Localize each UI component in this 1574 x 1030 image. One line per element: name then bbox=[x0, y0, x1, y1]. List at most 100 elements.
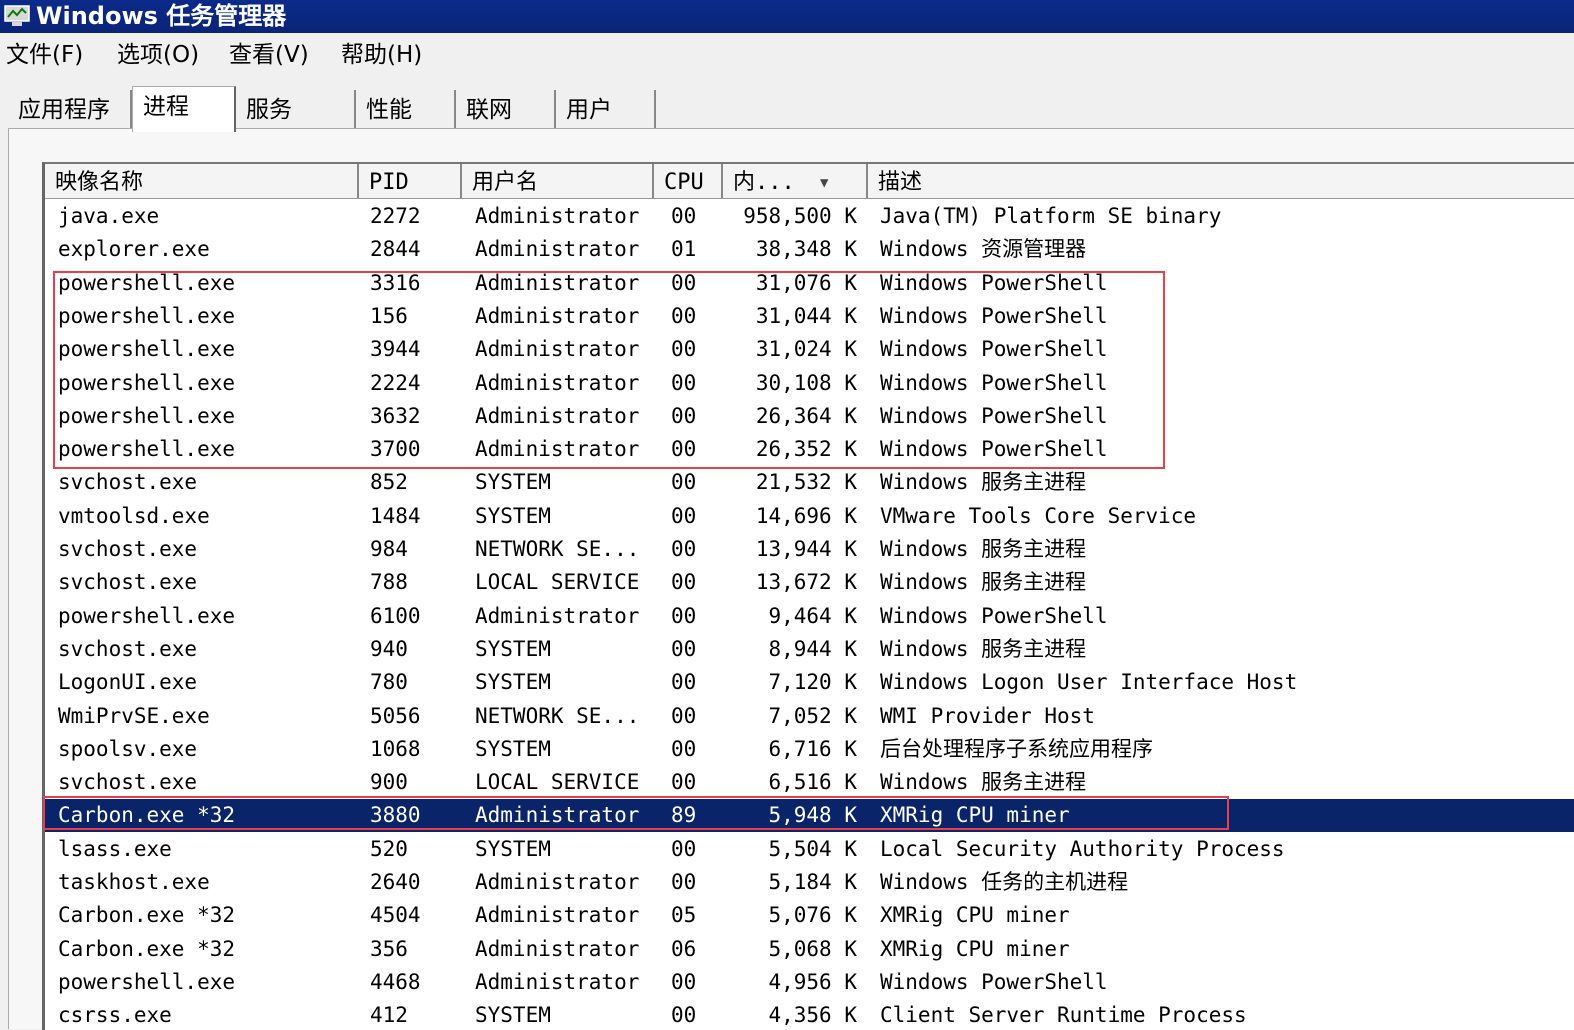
cell-username: Administrator bbox=[475, 204, 640, 228]
table-row[interactable]: taskhost.exe 2640 Administrator 00 5,184 K Wi… bbox=[45, 866, 1574, 899]
cell-memory: 26,364 K bbox=[755, 403, 857, 428]
cell-memory: 38,348 K bbox=[755, 237, 857, 262]
cell-pid: 520 bbox=[370, 836, 408, 861]
cell-image-name: powershell.exe bbox=[58, 437, 236, 462]
cell-cpu: 00 bbox=[671, 969, 697, 994]
cell-cpu: 00 bbox=[671, 437, 697, 462]
table-row[interactable]: svchost.exe 788 LOCAL SERVICE 00 13,672 K Win… bbox=[45, 566, 1574, 599]
cell-image-name: svchost.exe bbox=[58, 570, 198, 595]
cell-username: Administrator bbox=[475, 803, 640, 828]
cell-pid: 356 bbox=[370, 936, 408, 961]
task-manager-icon bbox=[4, 3, 30, 26]
cell-memory: 5,948 K bbox=[768, 803, 857, 828]
column-username[interactable]: 用户名 bbox=[462, 164, 654, 198]
cell-memory: 7,120 K bbox=[768, 670, 857, 695]
column-description[interactable]: 描述 bbox=[868, 164, 1574, 198]
table-row-selected[interactable]: Carbon.exe *32 3880 Administrator 89 5,948 K… bbox=[45, 799, 1574, 833]
cell-pid: 984 bbox=[370, 537, 408, 561]
column-memory[interactable]: 内... ▼ bbox=[723, 164, 868, 198]
cell-memory: 4,356 K bbox=[768, 1003, 857, 1028]
cell-image-name: powershell.exe bbox=[58, 403, 236, 428]
cell-pid: 940 bbox=[370, 636, 408, 661]
cell-username: Administrator bbox=[475, 437, 640, 462]
table-row[interactable]: powershell.exe 3944 Administrator 00 31,024 … bbox=[45, 333, 1574, 366]
cell-username: Administrator bbox=[475, 870, 640, 894]
cell-username: Administrator bbox=[475, 936, 640, 961]
cell-pid: 1484 bbox=[370, 503, 421, 528]
cell-cpu: 00 bbox=[671, 370, 697, 395]
table-row[interactable]: vmtoolsd.exe 1484 SYSTEM 00 14,696 K VMware T… bbox=[45, 500, 1574, 533]
menu-bar: 文件(F) 选项(O) 查看(V) 帮助(H) bbox=[0, 33, 1574, 77]
column-pid[interactable]: PID bbox=[359, 164, 462, 198]
cell-username: Administrator bbox=[475, 370, 640, 395]
table-row[interactable]: LogonUI.exe 780 SYSTEM 00 7,120 K Windows Log… bbox=[45, 666, 1574, 699]
cell-pid: 780 bbox=[370, 670, 408, 695]
cell-description: XMRig CPU miner bbox=[880, 903, 1070, 928]
cell-memory: 5,068 K bbox=[768, 936, 857, 961]
table-row[interactable]: svchost.exe 900 LOCAL SERVICE 00 6,516 K Wind… bbox=[45, 766, 1574, 799]
table-row[interactable]: powershell.exe 156 Administrator 00 31,044 K… bbox=[45, 300, 1574, 333]
table-row[interactable]: svchost.exe 984 NETWORK SE... 00 13,944 K Win… bbox=[45, 533, 1574, 566]
column-cpu[interactable]: CPU bbox=[654, 164, 723, 198]
cell-username: SYSTEM bbox=[475, 670, 551, 695]
cell-cpu: 00 bbox=[671, 270, 697, 295]
tab-networking[interactable]: 联网 bbox=[456, 90, 556, 130]
cell-pid: 6100 bbox=[370, 603, 421, 628]
menu-help[interactable]: 帮助(H) bbox=[341, 33, 422, 77]
cell-description: Windows 服务主进程 bbox=[880, 470, 1087, 495]
table-row[interactable]: spoolsv.exe 1068 SYSTEM 00 6,716 K 后台处理程序子系统应… bbox=[45, 733, 1574, 766]
cell-description: Windows PowerShell bbox=[880, 303, 1108, 328]
tab-users[interactable]: 用户 bbox=[556, 90, 656, 130]
cell-pid: 3880 bbox=[370, 803, 421, 828]
cell-pid: 2844 bbox=[370, 237, 421, 262]
menu-file[interactable]: 文件(F) bbox=[6, 33, 83, 77]
table-row[interactable]: svchost.exe 940 SYSTEM 00 8,944 K Windows 服务主… bbox=[45, 633, 1574, 666]
cell-username: Administrator bbox=[475, 603, 640, 628]
cell-image-name: Carbon.exe *32 bbox=[58, 903, 236, 928]
table-row[interactable]: csrss.exe 412 SYSTEM 00 4,356 K Client Server… bbox=[45, 999, 1574, 1030]
table-row[interactable]: powershell.exe 3632 Administrator 00 26,364 … bbox=[45, 400, 1574, 433]
cell-description: Windows 服务主进程 bbox=[880, 636, 1087, 661]
cell-cpu: 06 bbox=[671, 936, 697, 961]
cell-username: Administrator bbox=[475, 337, 640, 362]
cell-description: Windows PowerShell bbox=[880, 403, 1108, 428]
menu-view[interactable]: 查看(V) bbox=[229, 33, 309, 77]
table-row[interactable]: powershell.exe 4468 Administrator 00 4,956 K… bbox=[45, 966, 1574, 999]
table-row[interactable]: WmiPrvSE.exe 5056 NETWORK SE... 00 7,052 K WM… bbox=[45, 700, 1574, 733]
cell-image-name: svchost.exe bbox=[58, 470, 198, 495]
table-row[interactable]: svchost.exe 852 SYSTEM 00 21,532 K Windows 服务… bbox=[45, 466, 1574, 499]
cell-username: Administrator bbox=[475, 969, 640, 994]
table-row[interactable]: java.exe 2272 Administrator 00 958,500 K Java… bbox=[45, 200, 1574, 233]
cell-image-name: svchost.exe bbox=[58, 537, 198, 561]
column-header: 映像名称 PID 用户名 CPU 内... ▼ 描述 bbox=[45, 164, 1574, 199]
table-row[interactable]: powershell.exe 3700 Administrator 00 26,352 … bbox=[45, 433, 1574, 466]
cell-memory: 31,044 K bbox=[755, 303, 857, 328]
cell-memory: 5,504 K bbox=[768, 836, 857, 861]
cell-image-name: powershell.exe bbox=[58, 337, 236, 362]
table-row[interactable]: powershell.exe 2224 Administrator 00 30,108 … bbox=[45, 367, 1574, 400]
cell-image-name: vmtoolsd.exe bbox=[58, 503, 210, 528]
table-row[interactable]: explorer.exe 2844 Administrator 01 38,348 K W… bbox=[45, 233, 1574, 266]
cell-memory: 14,696 K bbox=[755, 503, 857, 528]
table-row[interactable]: lsass.exe 520 SYSTEM 00 5,504 K Local Securit… bbox=[45, 833, 1574, 866]
cell-username: SYSTEM bbox=[475, 636, 551, 661]
process-list[interactable]: 映像名称 PID 用户名 CPU 内... ▼ 描述 java.exe 2272 Ad… bbox=[42, 162, 1574, 1030]
cell-username: NETWORK SE... bbox=[475, 537, 640, 561]
tab-performance[interactable]: 性能 bbox=[356, 90, 456, 130]
cell-image-name: svchost.exe bbox=[58, 636, 198, 661]
cell-cpu: 00 bbox=[671, 570, 697, 595]
table-row[interactable]: Carbon.exe *32 4504 Administrator 05 5,076 K… bbox=[45, 899, 1574, 932]
table-row[interactable]: Carbon.exe *32 356 Administrator 06 5,068 K X… bbox=[45, 933, 1574, 966]
column-image-name[interactable]: 映像名称 bbox=[45, 164, 359, 198]
table-row[interactable]: powershell.exe 3316 Administrator 00 31,076 … bbox=[45, 267, 1574, 300]
cell-image-name: LogonUI.exe bbox=[58, 670, 198, 695]
menu-options[interactable]: 选项(O) bbox=[117, 33, 199, 77]
cell-cpu: 00 bbox=[671, 870, 697, 894]
cell-description: Windows PowerShell bbox=[880, 437, 1108, 462]
tab-services[interactable]: 服务 bbox=[236, 90, 356, 130]
tab-applications[interactable]: 应用程序 bbox=[8, 90, 132, 130]
table-row[interactable]: powershell.exe 6100 Administrator 00 9,464 K… bbox=[45, 600, 1574, 633]
tab-processes[interactable]: 进程 bbox=[132, 86, 236, 132]
cell-memory: 13,672 K bbox=[755, 570, 857, 595]
cell-memory: 5,076 K bbox=[768, 903, 857, 928]
